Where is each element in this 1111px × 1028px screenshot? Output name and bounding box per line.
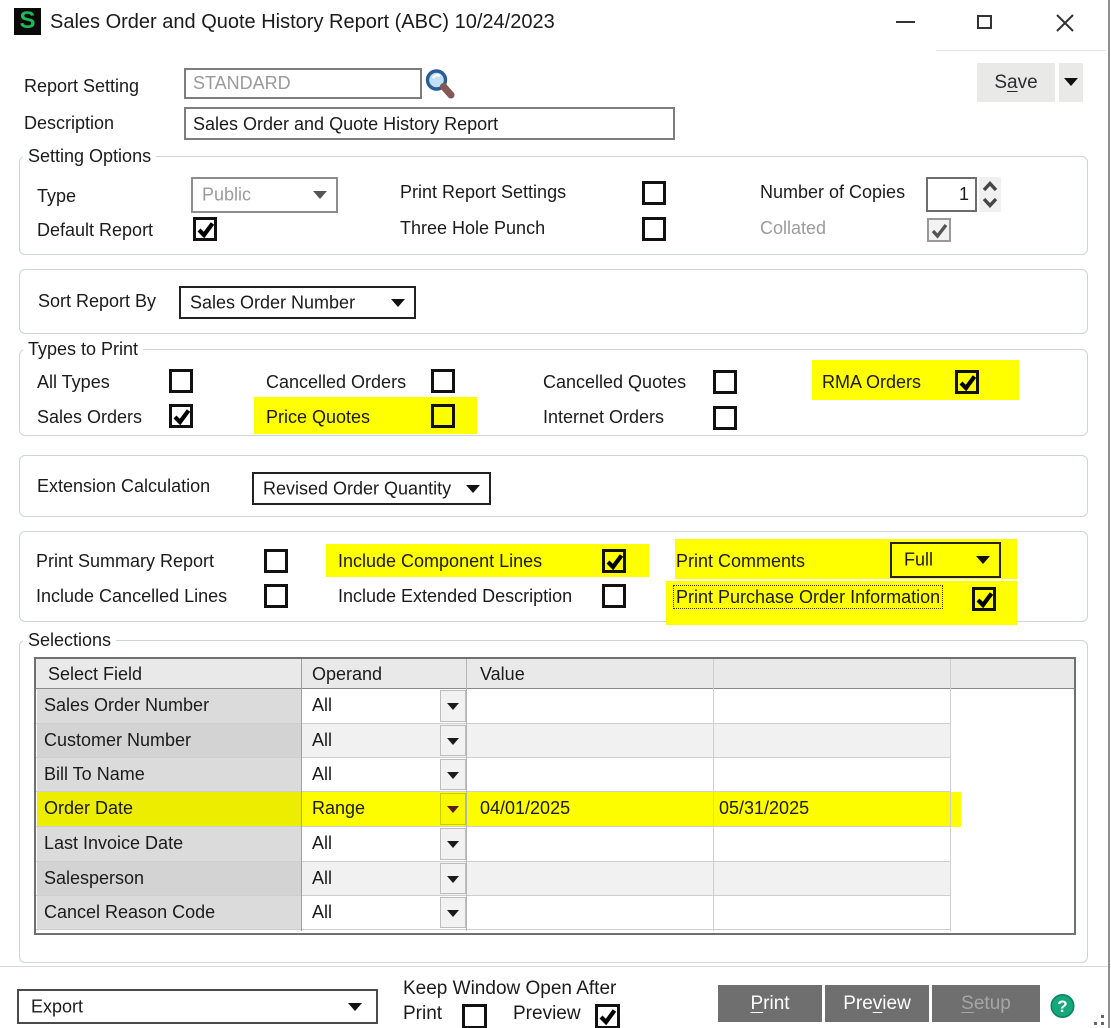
svg-text:?: ?	[1057, 997, 1067, 1016]
